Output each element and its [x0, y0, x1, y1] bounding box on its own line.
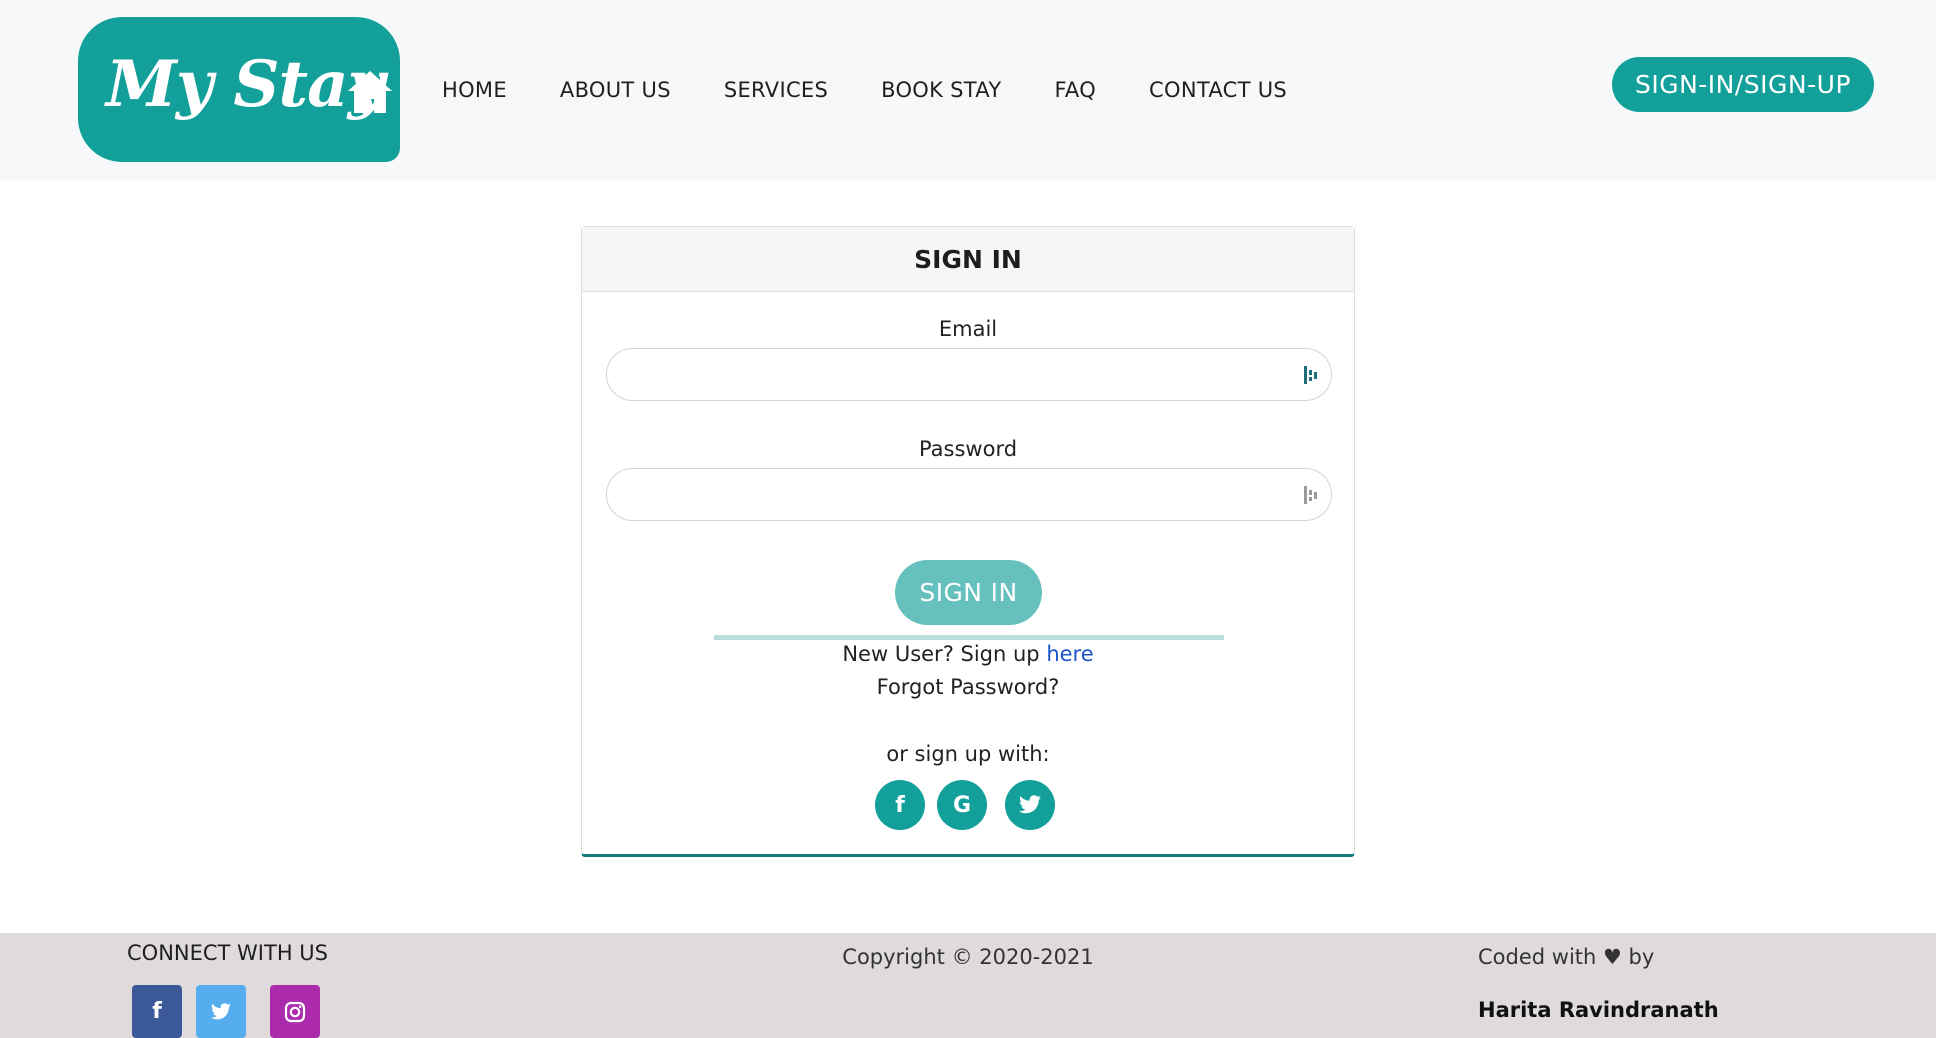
- main-nav: HOME ABOUT US SERVICES BOOK STAY FAQ CON…: [442, 0, 1340, 180]
- password-manager-icon[interactable]: [1303, 364, 1319, 386]
- site-logo[interactable]: My Stay: [78, 17, 400, 162]
- nav-about-us[interactable]: ABOUT US: [560, 78, 671, 102]
- site-footer: CONNECT WITH US f Copyright © 2020-2021 …: [0, 933, 1936, 1038]
- or-signup-text: or sign up with:: [886, 742, 1050, 766]
- nav-book-stay[interactable]: BOOK STAY: [881, 78, 1001, 102]
- instagram-icon: [284, 1001, 306, 1022]
- signin-card: SIGN IN Email Password SIGN IN New User?…: [581, 226, 1355, 857]
- new-user-text: New User? Sign up: [842, 642, 1047, 666]
- facebook-signup-button[interactable]: f: [875, 780, 925, 830]
- twitter-link[interactable]: [196, 985, 246, 1038]
- card-title: SIGN IN: [582, 227, 1354, 292]
- site-header: My Stay HOME ABOUT US SERVICES BOOK STAY…: [0, 0, 1936, 180]
- facebook-icon: f: [152, 999, 162, 1024]
- coded-with-text: Coded with ♥ by: [1478, 945, 1655, 969]
- nav-contact-us[interactable]: CONTACT US: [1149, 78, 1287, 102]
- signin-submit-button[interactable]: SIGN IN: [895, 560, 1042, 625]
- email-field-wrapper: [606, 348, 1332, 401]
- password-field[interactable]: [607, 469, 1331, 520]
- twitter-signup-button[interactable]: [1005, 780, 1055, 830]
- email-label: Email: [938, 317, 998, 341]
- password-field-wrapper: [606, 468, 1332, 521]
- email-field[interactable]: [607, 349, 1331, 400]
- new-user-line: New User? Sign up here: [582, 642, 1354, 666]
- author-name: Harita Ravindranath: [1478, 998, 1719, 1022]
- google-icon: G: [952, 792, 972, 818]
- signin-signup-button[interactable]: SIGN-IN/SIGN-UP: [1612, 57, 1874, 112]
- instagram-link[interactable]: [270, 985, 320, 1038]
- facebook-link[interactable]: f: [132, 985, 182, 1038]
- google-signup-button[interactable]: G: [937, 780, 987, 830]
- facebook-icon: f: [895, 792, 905, 818]
- logo-text: My Stay: [106, 47, 385, 122]
- password-manager-icon[interactable]: [1303, 484, 1319, 506]
- nav-services[interactable]: SERVICES: [724, 78, 828, 102]
- divider: [714, 635, 1224, 640]
- forgot-password-link[interactable]: Forgot Password?: [582, 675, 1354, 699]
- nav-faq[interactable]: FAQ: [1054, 78, 1096, 102]
- twitter-icon: [211, 1002, 231, 1019]
- nav-home[interactable]: HOME: [442, 78, 507, 102]
- signup-here-link[interactable]: here: [1046, 642, 1093, 666]
- password-label: Password: [918, 437, 1018, 461]
- house-icon: [348, 71, 392, 113]
- twitter-icon: [1019, 795, 1041, 814]
